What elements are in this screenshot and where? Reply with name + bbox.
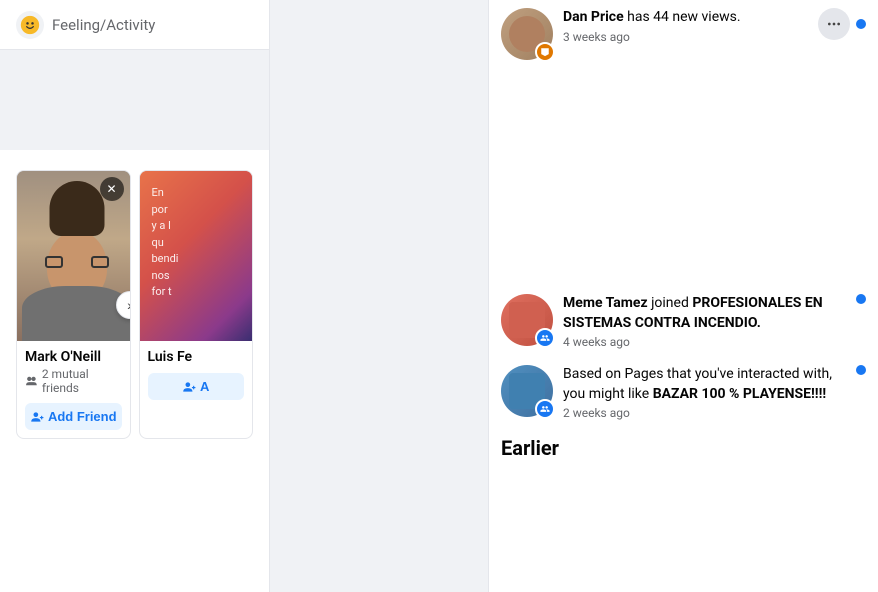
meme-badge	[535, 328, 555, 348]
person-info-luis: Luis Fe A	[140, 341, 253, 408]
meme-time: 4 weeks ago	[563, 335, 846, 349]
close-person-mark[interactable]: ✕	[100, 177, 124, 201]
dan-time: 3 weeks ago	[563, 30, 808, 44]
bazar-unread-dot	[856, 365, 866, 375]
feeling-icon	[16, 11, 44, 39]
person-name-mark: Mark O'Neill	[25, 349, 122, 365]
feeling-bar[interactable]: Feeling/Activity	[0, 0, 269, 50]
meme-content: Meme Tamez joined PROFESIONALES EN SISTE…	[563, 294, 846, 349]
dan-text: Dan Price has 44 new views.	[563, 8, 808, 28]
meme-action: joined	[651, 295, 692, 311]
bazar-avatar-wrap	[501, 365, 553, 417]
bazar-text: Based on Pages that you've interacted wi…	[563, 365, 846, 404]
add-friend-icon	[30, 410, 44, 424]
left-panel: Feeling/Activity ··· ✕	[0, 0, 270, 592]
meme-avatar-wrap	[501, 294, 553, 346]
notification-panel: Dan Price has 44 new views. 3 weeks ago …	[488, 0, 878, 592]
mutual-friends-mark: 2 mutual friends	[25, 367, 122, 395]
person-photo-luis: En por y a l qu bendi nos for t	[140, 171, 254, 341]
notification-meme[interactable]: Meme Tamez joined PROFESIONALES EN SISTE…	[489, 286, 878, 357]
dan-content: Dan Price has 44 new views. 3 weeks ago	[563, 8, 808, 44]
people-card: ··· ✕ ›	[0, 150, 269, 451]
meme-name: Meme Tamez	[563, 295, 648, 311]
add-friend-luis-button[interactable]: A	[148, 373, 245, 400]
feeling-text: Feeling/Activity	[52, 16, 155, 34]
meme-text: Meme Tamez joined PROFESIONALES EN SISTE…	[563, 294, 846, 333]
earlier-section-header: Earlier	[489, 428, 878, 464]
dan-actions	[818, 8, 866, 40]
notification-bazar[interactable]: Based on Pages that you've interacted wi…	[489, 357, 878, 428]
mid-spacer	[270, 0, 488, 592]
dan-unread-dot	[856, 19, 866, 29]
person-card-mark: ✕ › Mark O'Neill 2 mutual friends	[16, 170, 131, 439]
bazar-badge	[535, 399, 555, 419]
bazar-page: BAZAR 100 % PLAYENSE!!!!	[653, 386, 826, 402]
more-icon-dan	[826, 16, 842, 32]
dan-action: has 44 new views.	[627, 9, 740, 25]
friends-icon	[25, 374, 38, 388]
bazar-actions	[856, 365, 866, 375]
dan-more-button[interactable]	[818, 8, 850, 40]
bazar-content: Based on Pages that you've interacted wi…	[563, 365, 846, 420]
dan-name: Dan Price	[563, 9, 624, 25]
meme-actions	[856, 294, 866, 304]
dan-avatar-wrap	[501, 8, 553, 60]
earlier-label: Earlier	[501, 436, 559, 460]
person-card-luis: En por y a l qu bendi nos for t Luis Fe	[139, 170, 254, 439]
bazar-time: 2 weeks ago	[563, 406, 846, 420]
notification-dan[interactable]: Dan Price has 44 new views. 3 weeks ago	[489, 0, 878, 68]
dan-badge	[535, 42, 555, 62]
meme-unread-dot	[856, 294, 866, 304]
add-friend-mark-button[interactable]: Add Friend	[25, 403, 122, 430]
add-friend-luis-icon	[182, 380, 196, 394]
person-name-luis: Luis Fe	[148, 349, 245, 365]
people-list: ✕ › Mark O'Neill 2 mutual friends	[16, 170, 253, 439]
person-info-mark: Mark O'Neill 2 mutual friends	[17, 341, 130, 438]
top-spacer	[0, 50, 269, 150]
